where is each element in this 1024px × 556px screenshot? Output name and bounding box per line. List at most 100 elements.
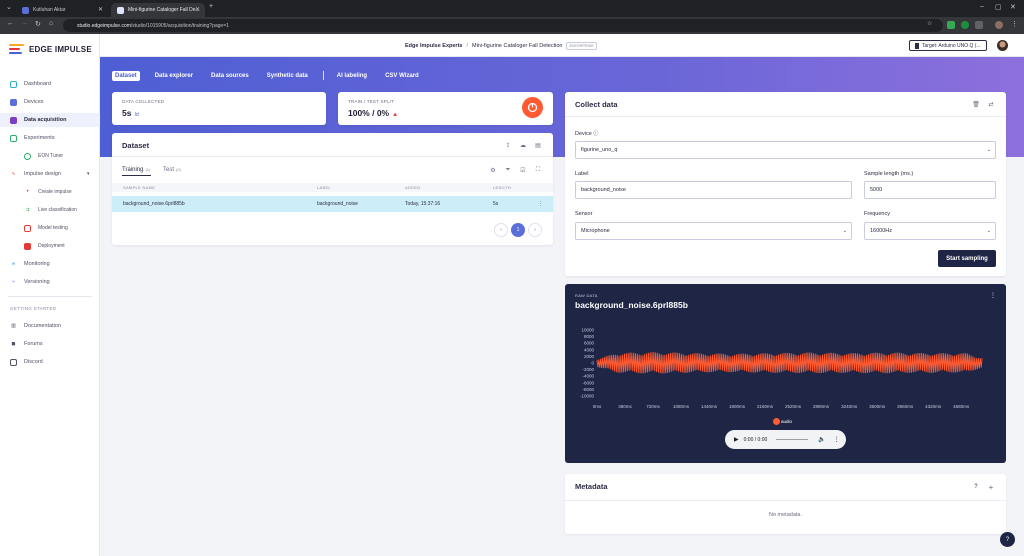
target-device-button[interactable]: Target: Arduino UNO Q (... [909,40,987,51]
tab-synthetic-data[interactable]: Synthetic data [264,71,311,81]
bookmark-star-icon[interactable]: ☆ [927,20,932,27]
audio-more-icon[interactable]: ⋮ [834,436,840,443]
sidebar-item-impulse-design[interactable]: ∿ Impulse design ▾ [0,167,100,181]
browser-tab[interactable]: Kutluhan Aktar ✕ [16,3,108,17]
sidebar-item-devices[interactable]: Devices [0,95,100,109]
expand-icon[interactable]: ⛶ [534,166,542,174]
chart-legend[interactable]: audio [773,418,792,425]
sidebar-item-live-classification[interactable]: ⇉ Live classification [0,203,100,217]
tab-test[interactable]: Test (0) [163,167,181,173]
sidebar-item-deployment[interactable]: Deployment [0,239,100,253]
close-tab-icon[interactable]: ✕ [98,6,103,13]
sample-length-input[interactable]: 5000 [864,181,996,199]
tab-data-sources[interactable]: Data sources [208,71,252,81]
pagination-page-button[interactable]: 1 [511,223,525,237]
home-icon[interactable]: ⌂ [49,20,53,27]
sidebar-link-forums[interactable]: ◼ Forums [0,337,100,351]
warning-icon: ▲ [392,112,399,118]
sidebar-item-eon-tuner[interactable]: EON Tuner [0,149,100,163]
raw-data-menu-icon[interactable]: ⋮ [990,292,996,299]
device-select[interactable]: figurine_uno_q ⌄ [575,141,996,159]
browser-menu-icon[interactable]: ⋮ [1011,20,1018,28]
sensor-select[interactable]: Microphone ⌄ [575,222,852,240]
sidebar-divider [8,296,92,297]
window-close-icon[interactable]: ✕ [1010,3,1016,11]
new-tab-icon[interactable]: + [209,3,213,10]
add-metadata-icon[interactable]: + [987,483,995,492]
extensions-puzzle-icon[interactable] [975,21,983,29]
split-donut-chart [522,97,543,118]
breadcrumb-project[interactable]: Mini-figurine Cataloger Fall Detection [472,43,562,49]
start-sampling-button[interactable]: Start sampling [938,250,996,267]
sidebar-item-model-testing[interactable]: Model testing [0,221,100,235]
book-icon: ▥ [11,323,16,329]
cloud-upload-icon[interactable]: ☁ [519,141,527,149]
row-menu-icon[interactable]: ⋮ [538,201,543,207]
volume-icon[interactable]: 🔈 [818,436,825,443]
sidebar-link-documentation[interactable]: ▥ Documentation [0,319,100,333]
select-icon[interactable]: ☑ [519,166,527,174]
chevron-down-icon[interactable]: ▾ [87,171,90,177]
address-bar[interactable]: studio.edgeimpulse.com/studio/1015905/ac… [63,19,943,32]
sidebar-item-data-acquisition[interactable]: Data acquisition [0,113,100,127]
sample-length: 5s [493,201,499,207]
sidebar-item-versioning[interactable]: ⑂ Versioning [0,275,100,289]
extension-shield-icon[interactable] [947,21,955,29]
close-tab-icon[interactable]: ✕ [195,6,200,13]
tab-training-underline [122,175,151,176]
info-icon[interactable]: ⓘ [593,131,598,137]
tab-data-explorer[interactable]: Data explorer [152,71,196,81]
brand-logo[interactable]: EDGE IMPULSE [9,44,92,54]
browser-toolbar: ← → ↻ ⌂ studio.edgeimpulse.com/studio/10… [0,17,1024,34]
help-icon[interactable]: ? [972,483,980,491]
x-tick-label: 4320ms [925,404,942,409]
x-tick-label: 3240ms [841,404,858,409]
y-tick-label: 0 [591,361,594,366]
pagination-next-button[interactable]: › [528,223,542,237]
user-avatar[interactable] [997,40,1008,51]
sidebar-item-create-impulse[interactable]: • Create impulse [0,185,100,199]
sidebar-item-monitoring[interactable]: ∞ Monitoring [0,257,100,271]
audio-progress-slider[interactable] [776,439,809,440]
profile-avatar-icon[interactable] [995,21,1003,29]
sidebar-item-experiments[interactable]: Experiments [0,131,100,145]
play-icon[interactable]: ▶ [734,436,739,443]
tab-list-icon[interactable]: ⌄ [6,3,12,11]
extension-icon[interactable] [961,21,969,29]
browser-tab-active[interactable]: Mini-figurine Cataloger Fall De... ✕ [111,3,205,17]
metadata-divider [565,500,1006,501]
upload-icon[interactable]: ⇪ [504,141,512,149]
subnav-divider [322,71,324,80]
tab-favicon-icon [117,6,124,14]
sidebar-link-discord[interactable]: Discord [0,355,100,369]
frequency-select[interactable]: 16000Hz ⌄ [864,222,996,240]
breadcrumb-org[interactable]: Edge Impulse Experts [405,43,462,49]
device-label: Device ⓘ [575,131,599,137]
forward-icon[interactable]: → [21,20,28,27]
maximize-icon[interactable]: ▢ [995,3,1002,11]
x-tick-label: 3600ms [869,404,886,409]
tab-dataset[interactable]: Dataset [112,70,140,81]
database-icon [10,116,17,124]
pulse-icon: ∿ [11,171,16,177]
reload-icon[interactable]: ↻ [35,20,41,28]
minimize-icon[interactable]: – [980,3,984,10]
filter-icon[interactable]: ⏷ [504,166,512,174]
tab-csv-wizard[interactable]: CSV Wizard [382,71,422,81]
y-tick-label: 2000 [584,354,595,359]
label-filter-icon[interactable]: ⚙ [489,166,497,174]
back-icon[interactable]: ← [7,20,14,27]
connect-icon[interactable]: ⇄ [987,100,995,108]
table-row[interactable]: background_noise.6prl885b background_noi… [112,196,553,212]
pagination-prev-button[interactable]: ‹ [494,223,508,237]
discord-icon [10,358,17,366]
raw-data-title: background_noise.6prl885b [575,300,688,310]
label-input[interactable]: background_noise [575,181,852,199]
trash-icon[interactable]: 🗑 [972,100,980,108]
tab-ai-labeling[interactable]: AI labeling [334,71,370,81]
chat-support-button[interactable]: ? [1000,532,1015,547]
export-icon[interactable]: ▤ [534,141,542,149]
sidebar-item-dashboard[interactable]: Dashboard [0,77,100,91]
tab-training[interactable]: Training (1) [122,167,150,173]
y-tick-label: 8000 [584,334,595,339]
